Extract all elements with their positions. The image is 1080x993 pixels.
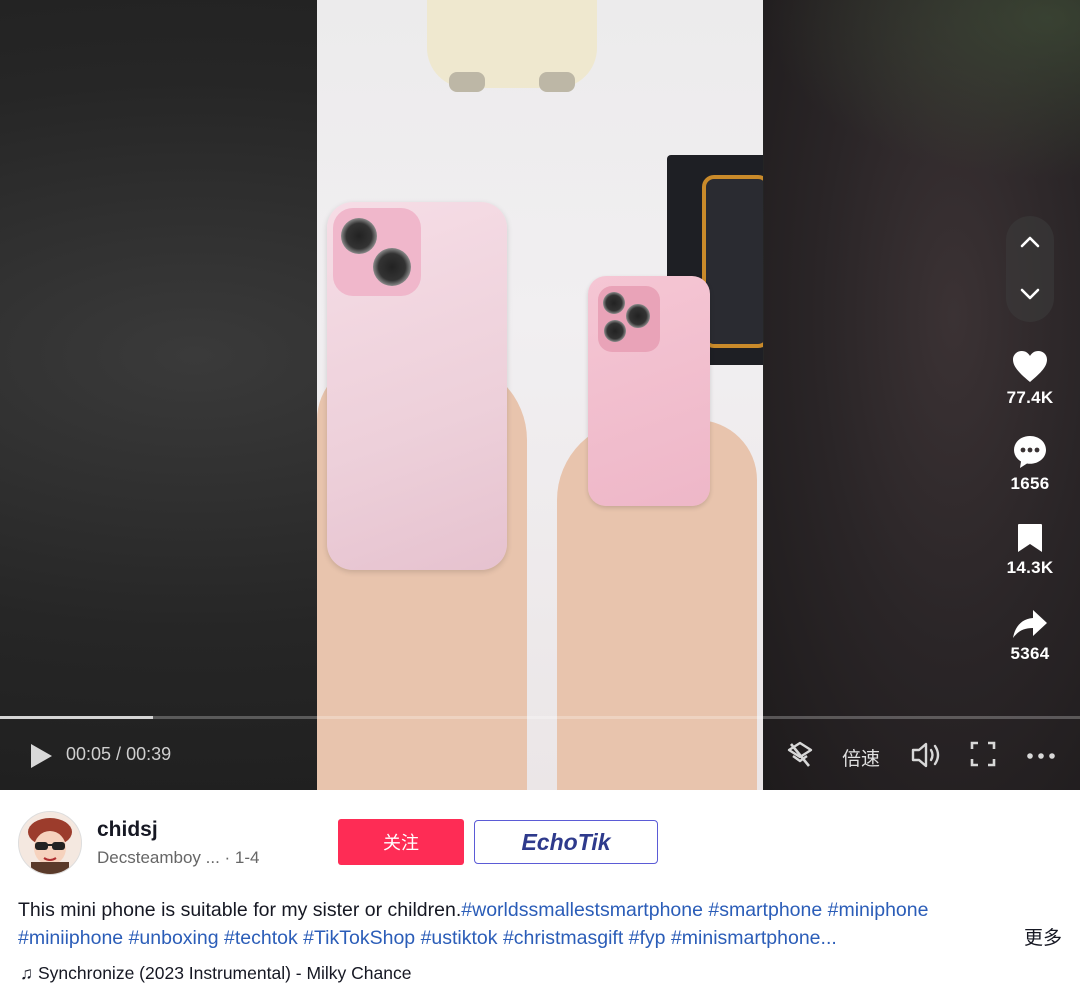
- playback-time: 00:05 / 00:39: [66, 744, 171, 765]
- description-line-1: This mini phone is suitable for my siste…: [18, 896, 1063, 924]
- hashtag-link[interactable]: #christmasgift: [503, 927, 623, 949]
- description-text: This mini phone is suitable for my siste…: [18, 899, 462, 921]
- video-info-panel: chidsj Decsteamboy ... · 1-4 关注 EchoTik …: [0, 790, 1080, 993]
- hashtag-link[interactable]: #TikTokShop: [303, 927, 415, 949]
- music-track[interactable]: ♫ Synchronize (2023 Instrumental) - Milk…: [20, 963, 412, 984]
- play-icon[interactable]: [28, 742, 54, 770]
- clear-screen-icon[interactable]: [786, 740, 814, 770]
- echotik-label: EchoTik: [521, 828, 611, 855]
- author-username[interactable]: chidsj: [97, 818, 158, 842]
- comment-action[interactable]: 1656: [994, 434, 1066, 494]
- player-backdrop-glow: [764, 0, 1080, 180]
- description-line-2: #miniiphone #unboxing #techtok #TikTokSh…: [18, 924, 1063, 952]
- duration: 00:39: [126, 744, 172, 764]
- hashtag-link[interactable]: #miniiphone: [18, 927, 123, 949]
- share-icon[interactable]: [1011, 608, 1049, 640]
- follow-button[interactable]: 关注: [338, 819, 464, 865]
- more-icon[interactable]: [1026, 752, 1056, 760]
- share-count: 5364: [1010, 644, 1050, 663]
- post-date: · 1-4: [219, 848, 260, 867]
- bookmark-icon[interactable]: [1016, 522, 1044, 554]
- echotik-button[interactable]: EchoTik: [474, 820, 658, 864]
- toy-car-image: [427, 0, 597, 92]
- current-time: 00:05: [66, 744, 112, 764]
- time-separator: /: [111, 744, 127, 764]
- video-nav-controls: [1006, 216, 1054, 322]
- hashtag-link[interactable]: #minismartphone...: [671, 927, 837, 949]
- like-action[interactable]: 77.4K: [994, 350, 1066, 408]
- hashtag-link[interactable]: #ustiktok: [421, 927, 498, 949]
- share-action[interactable]: 5364: [994, 608, 1066, 664]
- mini-phone-image: [588, 276, 710, 506]
- avatar-illustration: [19, 812, 81, 874]
- video-player[interactable]: 77.4K 1656 14.3K 5364 00:05 / 00:39 倍速: [0, 0, 1080, 790]
- author-subtitle: Decsteamboy ... · 1-4: [97, 848, 260, 868]
- hashtag-link[interactable]: #techtok: [224, 927, 298, 949]
- progress-bar[interactable]: [0, 716, 1080, 719]
- next-video-button[interactable]: [1006, 270, 1054, 318]
- hashtag-link[interactable]: #smartphone: [708, 899, 822, 921]
- video-description: This mini phone is suitable for my siste…: [18, 896, 1063, 952]
- comment-count: 1656: [1010, 474, 1050, 493]
- hashtag-link[interactable]: #unboxing: [129, 927, 219, 949]
- like-count: 77.4K: [1006, 388, 1054, 407]
- avatar[interactable]: [18, 811, 82, 875]
- music-title: Synchronize (2023 Instrumental) - Milky …: [38, 963, 412, 983]
- fullscreen-icon[interactable]: [970, 740, 996, 768]
- music-note-icon: ♫: [20, 963, 34, 983]
- save-count: 14.3K: [1006, 558, 1054, 577]
- chevron-down-icon: [1020, 288, 1040, 300]
- large-phone-image: [327, 202, 507, 570]
- comment-icon[interactable]: [1012, 434, 1048, 470]
- video-frame[interactable]: [317, 0, 763, 790]
- previous-video-button[interactable]: [1006, 218, 1054, 266]
- save-action[interactable]: 14.3K: [994, 522, 1066, 578]
- hashtag-link[interactable]: #fyp: [629, 927, 666, 949]
- heart-icon[interactable]: [1012, 350, 1048, 384]
- chevron-up-icon: [1020, 236, 1040, 248]
- volume-icon[interactable]: [910, 740, 942, 770]
- hashtag-link[interactable]: #miniphone: [828, 899, 929, 921]
- hashtag-link[interactable]: #worldssmallestsmartphone: [461, 899, 703, 921]
- playback-speed-button[interactable]: 倍速: [842, 744, 880, 771]
- player-controls: 00:05 / 00:39 倍速: [0, 730, 1080, 780]
- author-display-name: Decsteamboy ...: [97, 848, 220, 867]
- more-link[interactable]: 更多: [1024, 923, 1062, 950]
- progress-bar-fill: [0, 716, 154, 719]
